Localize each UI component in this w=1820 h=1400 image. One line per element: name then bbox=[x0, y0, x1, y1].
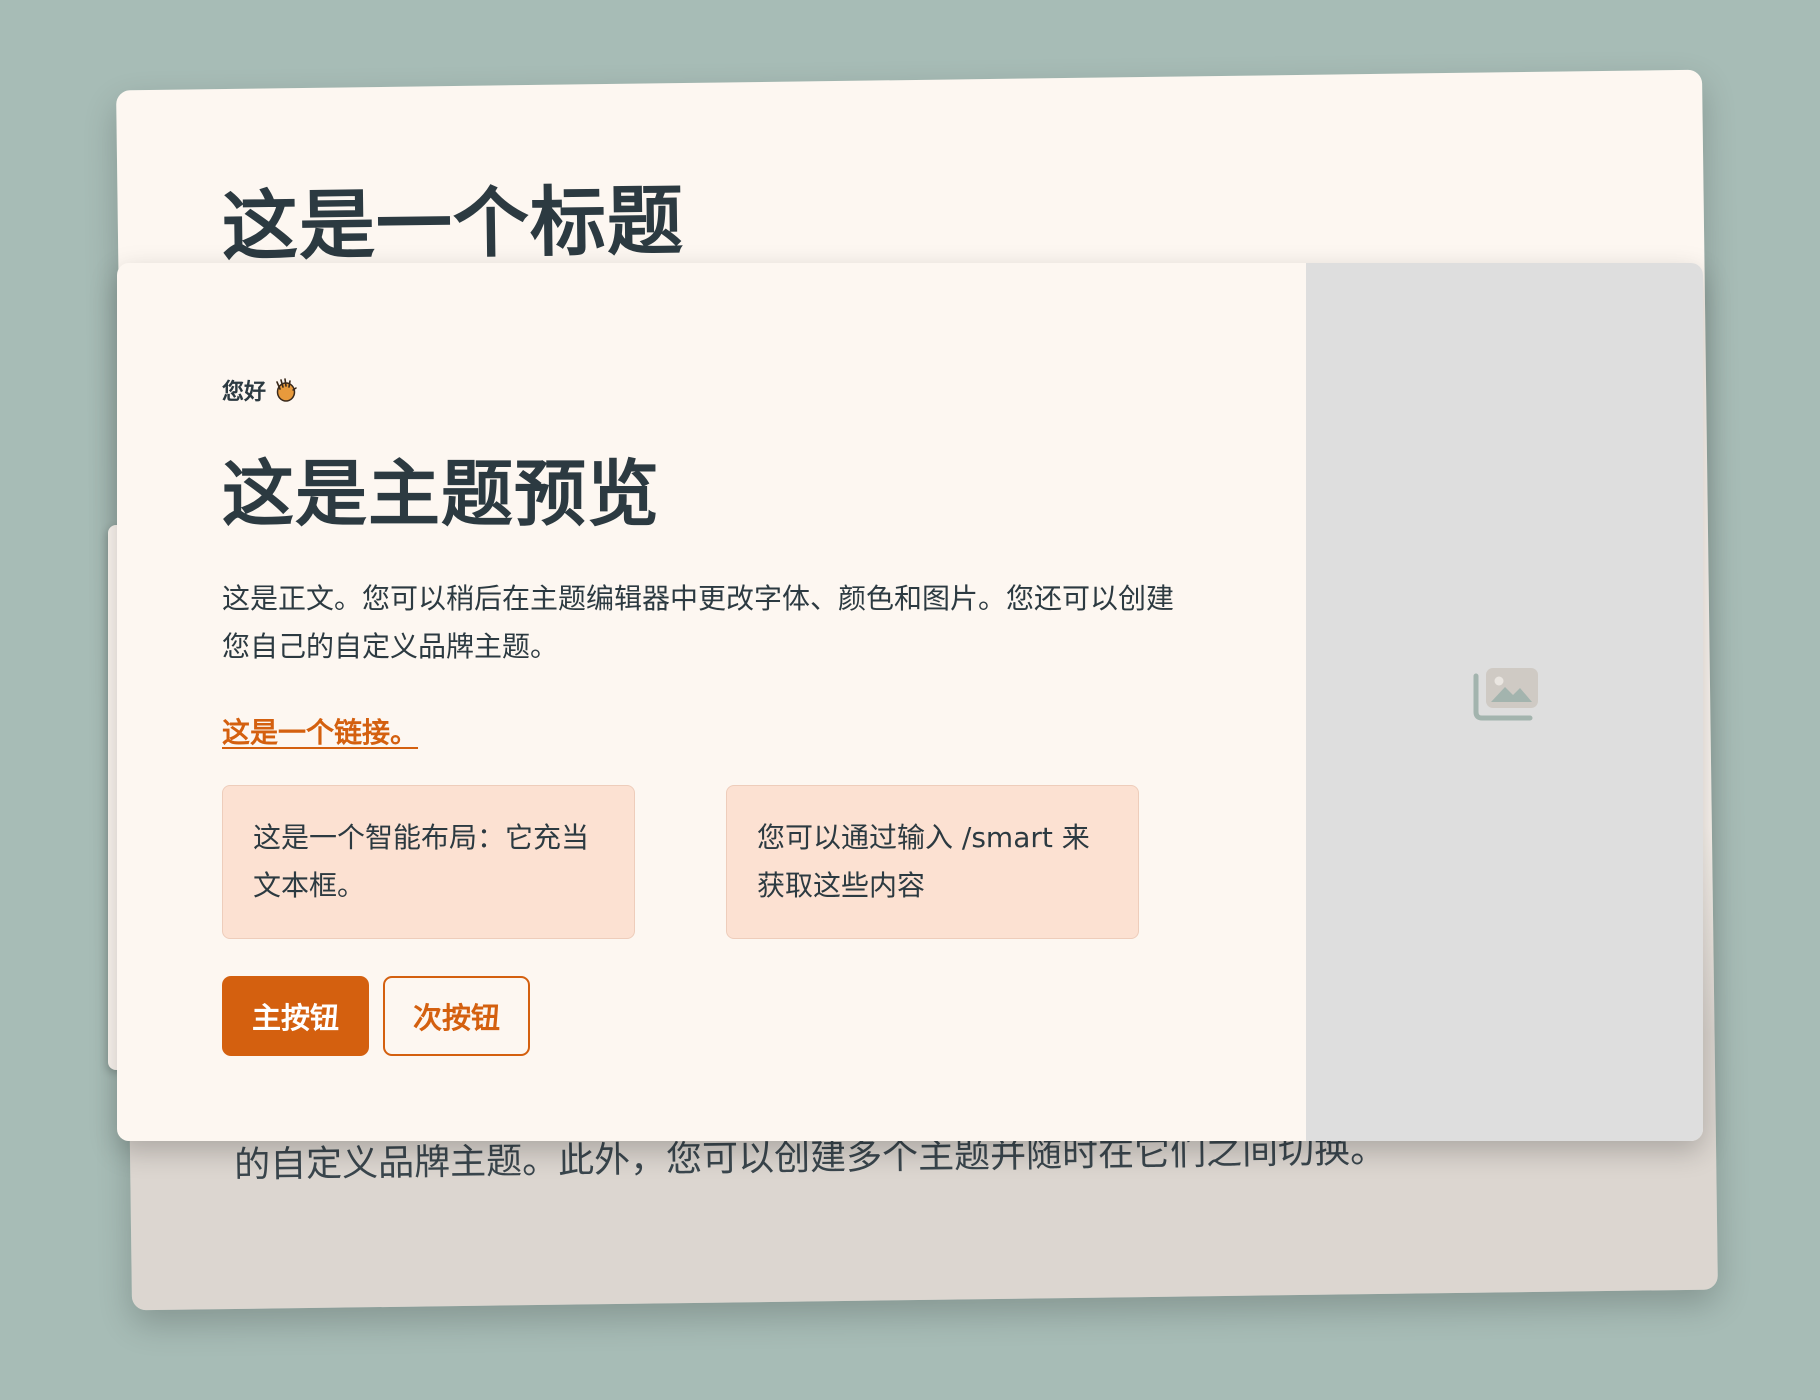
image-placeholder[interactable] bbox=[1306, 263, 1703, 1141]
smart-layout-box[interactable]: 这是一个智能布局：它充当文本框。 bbox=[222, 785, 635, 939]
greeting-text: 您好 bbox=[222, 380, 267, 405]
primary-button[interactable]: 主按钮 bbox=[222, 976, 369, 1056]
smart-layout-box[interactable]: 您可以通过输入 /smart 来获取这些内容 bbox=[726, 785, 1139, 939]
body-paragraph: 这是正文。您可以稍后在主题编辑器中更改字体、颜色和图片。您还可以创建您自己的自定… bbox=[222, 582, 1175, 663]
preview-content: 您好 这是主题预览 这是正文。您可以稍后在主题编辑器中更改字体、颜色和图片。您还… bbox=[117, 263, 1306, 1141]
background-slide-title: 这是一个标题 bbox=[221, 176, 685, 272]
image-gallery-icon bbox=[1473, 668, 1538, 721]
preview-heading: 这是主题预览 bbox=[222, 452, 661, 536]
secondary-button[interactable]: 次按钮 bbox=[383, 976, 530, 1056]
greeting-eyebrow: 您好 bbox=[222, 374, 298, 406]
waving-hand-icon bbox=[276, 378, 297, 402]
theme-preview-card: 您好 这是主题预览 这是正文。您可以稍后在主题编辑器中更改字体、颜色和图片。您还… bbox=[117, 263, 1703, 1141]
sample-link[interactable]: 这是一个链接。 bbox=[222, 711, 418, 751]
